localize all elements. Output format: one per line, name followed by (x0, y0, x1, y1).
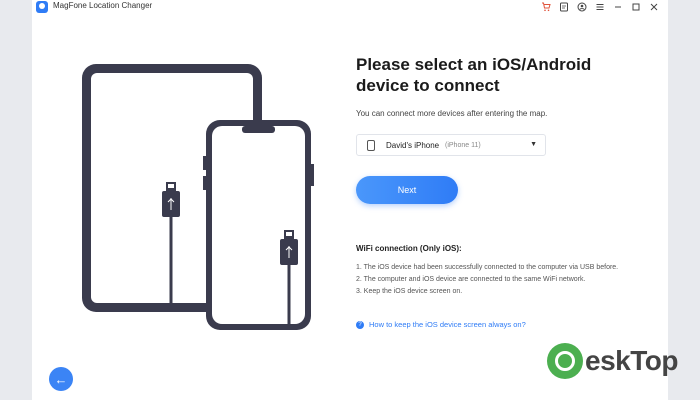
minimize-icon[interactable] (612, 1, 624, 13)
watermark-text: eskTop (585, 345, 678, 376)
app-logo-icon (36, 1, 48, 13)
close-icon[interactable] (648, 1, 660, 13)
arrow-left-icon: ← (54, 371, 68, 387)
wifi-step: 2. The computer and iOS device are conne… (356, 276, 586, 283)
menu-icon[interactable] (594, 1, 606, 13)
device-dropdown[interactable]: David's iPhone (iPhone 11) ▼ (356, 134, 546, 156)
wifi-steps-list: 1. The iOS device had been successfully … (356, 262, 656, 298)
watermark: eskTop (547, 343, 678, 379)
window-controls (540, 0, 660, 14)
wifi-step: 1. The iOS device had been successfully … (356, 264, 619, 271)
page-subtitle: You can connect more devices after enter… (356, 109, 548, 118)
register-icon[interactable] (558, 1, 570, 13)
selected-device-name: David's iPhone (386, 141, 440, 150)
maximize-icon[interactable] (630, 1, 642, 13)
account-icon[interactable] (576, 1, 588, 13)
selected-device-model: (iPhone 11) (445, 142, 481, 149)
wifi-section-title: WiFi connection (Only iOS): (356, 244, 462, 253)
right-background-strip (668, 0, 700, 400)
device-illustration (82, 64, 314, 330)
phone-icon (367, 140, 375, 151)
watermark-logo-icon (547, 343, 583, 379)
help-icon: ? (356, 320, 364, 329)
page-title: Please select an iOS/Android device to c… (356, 55, 592, 95)
help-link[interactable]: ? How to keep the iOS device screen alwa… (356, 320, 526, 329)
title-bar: MagFone Location Changer (32, 0, 668, 14)
wifi-step: 3. Keep the iOS device screen on. (356, 288, 463, 295)
app-window: MagFone Location Changer Please select a… (32, 0, 678, 400)
cart-icon[interactable] (540, 1, 552, 13)
help-link-text: How to keep the iOS device screen always… (369, 320, 526, 329)
left-background-strip (0, 0, 32, 400)
back-button[interactable]: ← (49, 367, 73, 391)
chevron-down-icon: ▼ (530, 141, 537, 148)
next-button[interactable]: Next (356, 176, 458, 204)
app-title: MagFone Location Changer (53, 1, 153, 10)
phone-illustration (203, 120, 314, 330)
